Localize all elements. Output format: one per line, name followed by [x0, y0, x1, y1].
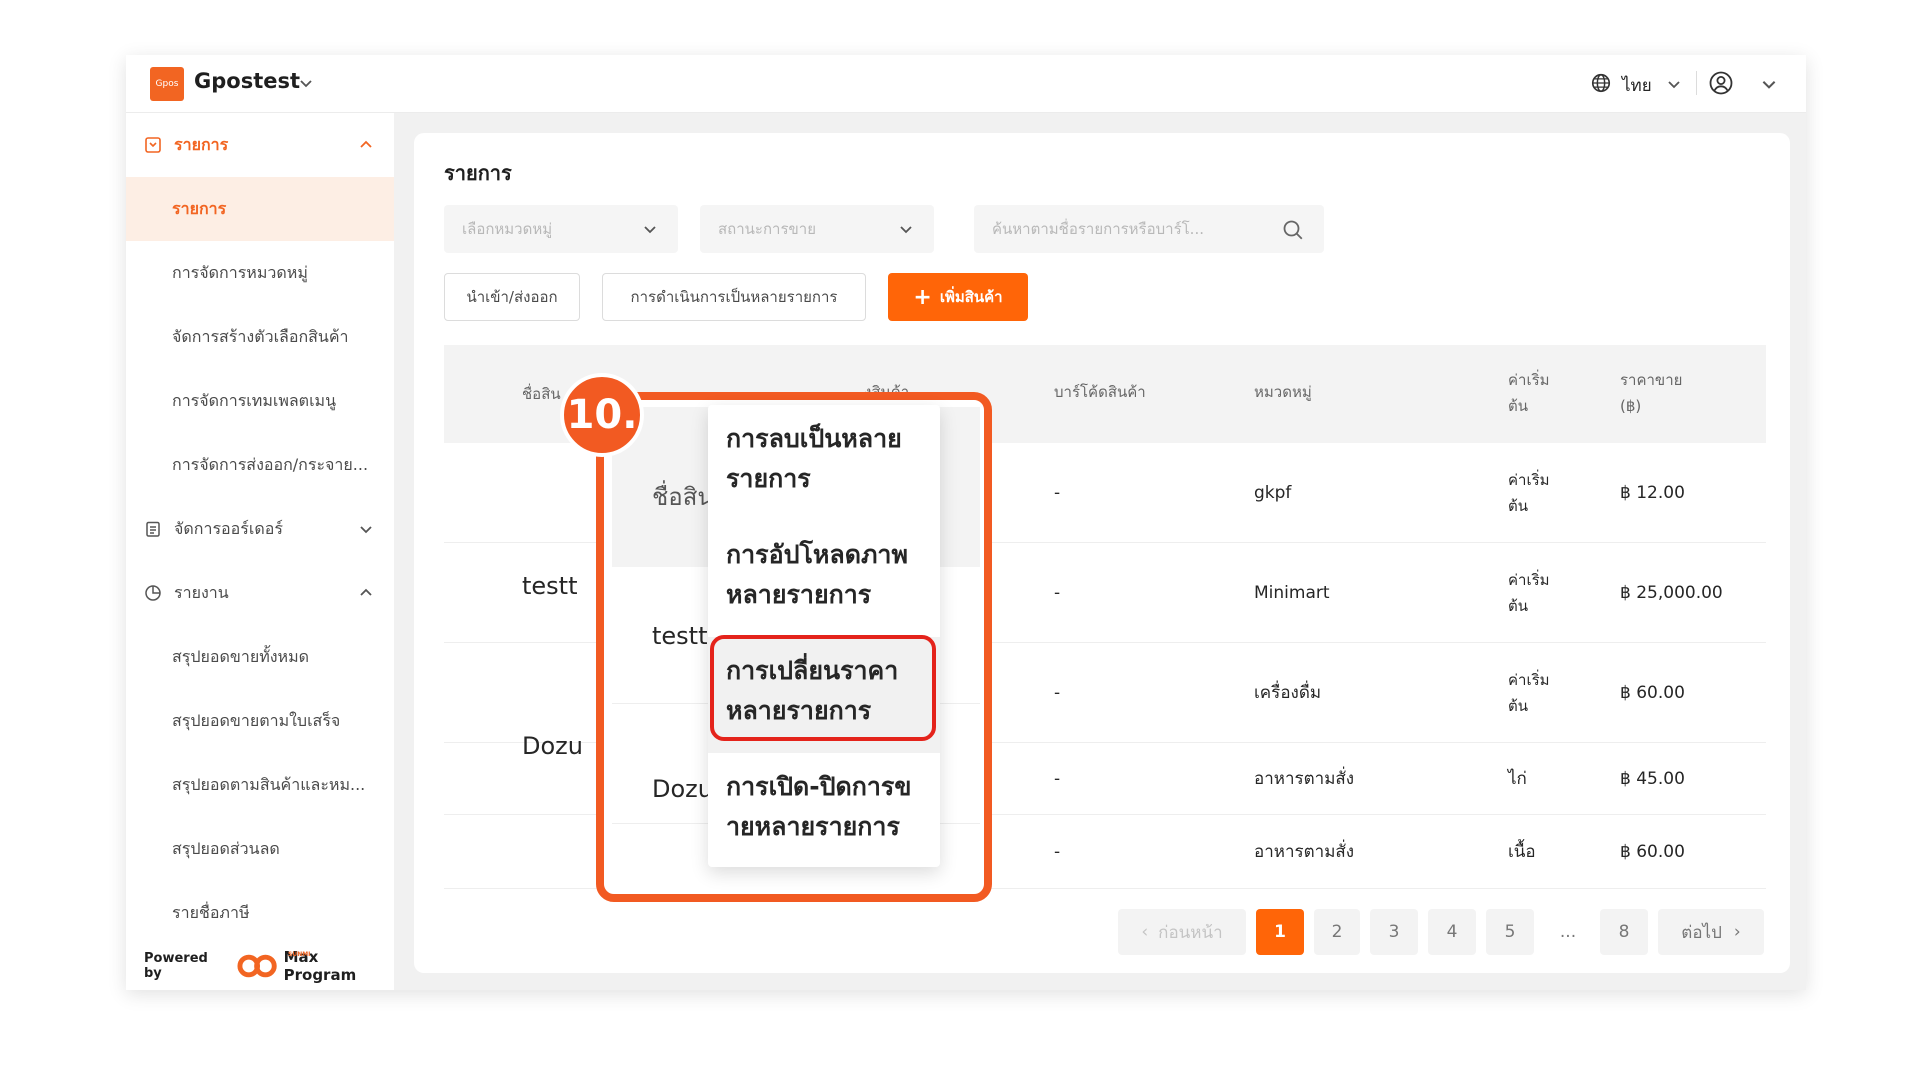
- clipboard-icon: [146, 521, 160, 537]
- sidebar-item-export-distribution[interactable]: การจัดการส่งออก/กระจาย...: [126, 433, 394, 497]
- chevron-down-icon: [644, 226, 656, 234]
- sidebar-item-tax-list[interactable]: รายชื่อภาษี: [126, 881, 394, 945]
- bulk-actions-button[interactable]: การดำเนินการเป็นหลายรายการ: [602, 273, 866, 321]
- plus-icon: +: [913, 284, 932, 310]
- pagination-prev-button[interactable]: ‹ ก่อนหน้า: [1118, 909, 1246, 955]
- dropdown-item-bulk-delete[interactable]: การลบเป็นหลาย รายการ: [708, 405, 940, 521]
- step-number-badge: 10.: [560, 373, 644, 457]
- search-input[interactable]: ค้นหาตามชื่อรายการหรือบาร์โ...: [974, 205, 1324, 253]
- sidebar-group-label: รายการ: [174, 134, 229, 154]
- globe-icon[interactable]: [1590, 72, 1612, 94]
- column-header-barcode: บาร์โค้ดสินค้า: [1054, 383, 1146, 401]
- column-header-category: หมวดหมู่: [1254, 383, 1312, 401]
- list-icon: [145, 137, 161, 153]
- column-header-name: ชื่อสิน: [522, 385, 561, 403]
- sunmi-label: SUNMI: [288, 951, 311, 958]
- chevron-down-icon: [900, 226, 912, 234]
- top-bar: Gpos Gpostest ไทย: [126, 55, 1806, 113]
- dropdown-item-bulk-image-upload[interactable]: การอัปโหลดภาพ หลายรายการ: [708, 521, 940, 637]
- sidebar-item-discount-summary[interactable]: สรุปยอดส่วนลด: [126, 817, 394, 881]
- add-product-button[interactable]: + เพิ่มสินค้า: [888, 273, 1028, 321]
- powered-by-footer: Powered by Max Program SUNMI: [144, 948, 394, 984]
- sidebar-item-total-sales[interactable]: สรุปยอดขายทั้งหมด: [126, 625, 394, 689]
- store-name[interactable]: Gpostest: [194, 69, 300, 93]
- zoomed-row-name: testt: [652, 622, 708, 650]
- zoomed-column-header: ชื่อสิน: [652, 483, 714, 511]
- sidebar-group-items[interactable]: รายการ: [126, 113, 394, 177]
- sidebar-item-sales-by-product[interactable]: สรุปยอดตามสินค้าและหม...: [126, 753, 394, 817]
- chevron-up-icon: [360, 588, 372, 596]
- category-select[interactable]: เลือกหมวดหมู่: [444, 205, 678, 253]
- chevron-up-icon: [360, 140, 372, 148]
- pagination-page-8[interactable]: 8: [1600, 909, 1648, 955]
- chevron-down-icon: [360, 526, 372, 534]
- dropdown-item-bulk-sales-toggle[interactable]: การเปิด-ปิดการข ายหลายรายการ: [708, 753, 940, 869]
- chevron-down-icon[interactable]: [1666, 76, 1682, 92]
- import-export-button[interactable]: นำเข้า/ส่งออก: [444, 273, 580, 321]
- chevron-right-icon: ›: [1733, 922, 1741, 942]
- pagination-page-1[interactable]: 1: [1256, 909, 1304, 955]
- pagination-page-5[interactable]: 5: [1486, 909, 1534, 955]
- gpos-logo: Gpos: [150, 67, 184, 101]
- sales-status-select[interactable]: สถานะการขาย: [700, 205, 934, 253]
- sidebar-item-items[interactable]: รายการ: [126, 177, 394, 241]
- sidebar-group-label: รายงาน: [174, 582, 229, 602]
- chevron-down-icon[interactable]: [1760, 75, 1778, 93]
- powered-by-label: Powered by: [144, 951, 208, 981]
- user-avatar-icon[interactable]: [1708, 70, 1734, 96]
- sidebar: รายการ รายการ การจัดการหมวดหมู่ จัดการสร…: [126, 113, 394, 990]
- sidebar-group-label: จัดการออร์เดอร์: [174, 518, 283, 538]
- chevron-left-icon: ‹: [1141, 922, 1149, 942]
- pagination-ellipsis: ...: [1559, 922, 1577, 942]
- sidebar-item-menu-templates[interactable]: การจัดการเทมเพลตเมนู: [126, 369, 394, 433]
- sidebar-item-sales-by-receipt[interactable]: สรุปยอดขายตามใบเสร็จ: [126, 689, 394, 753]
- pagination-page-2[interactable]: 2: [1314, 909, 1360, 955]
- highlight-ring: [710, 635, 936, 741]
- pagination-next-button[interactable]: ต่อไป ›: [1658, 909, 1764, 955]
- sidebar-item-product-options[interactable]: จัดการสร้างตัวเลือกสินค้า: [126, 305, 394, 369]
- max-program-logo-icon: [237, 954, 278, 978]
- column-header-price: ราคาขาย (฿): [1620, 371, 1683, 415]
- app-window: Gpos Gpostest ไทย รายการ รายการ การจัดกา…: [126, 55, 1806, 990]
- sidebar-group-orders[interactable]: จัดการออร์เดอร์: [126, 497, 394, 561]
- sidebar-group-reports[interactable]: รายงาน: [126, 561, 394, 625]
- column-header-option: ค่าเริ่ม ต้น: [1508, 371, 1550, 415]
- pie-chart-icon: [145, 585, 161, 601]
- divider: [1696, 71, 1697, 95]
- pagination-page-4[interactable]: 4: [1428, 909, 1476, 955]
- zoomed-row-name: Dozu: [652, 775, 713, 803]
- chevron-down-icon[interactable]: [298, 75, 314, 91]
- sidebar-item-category-management[interactable]: การจัดการหมวดหมู่: [126, 241, 394, 305]
- pagination-page-3[interactable]: 3: [1370, 909, 1418, 955]
- language-selector[interactable]: ไทย: [1622, 72, 1652, 99]
- search-icon[interactable]: [1282, 219, 1304, 241]
- page-title: รายการ: [444, 161, 512, 185]
